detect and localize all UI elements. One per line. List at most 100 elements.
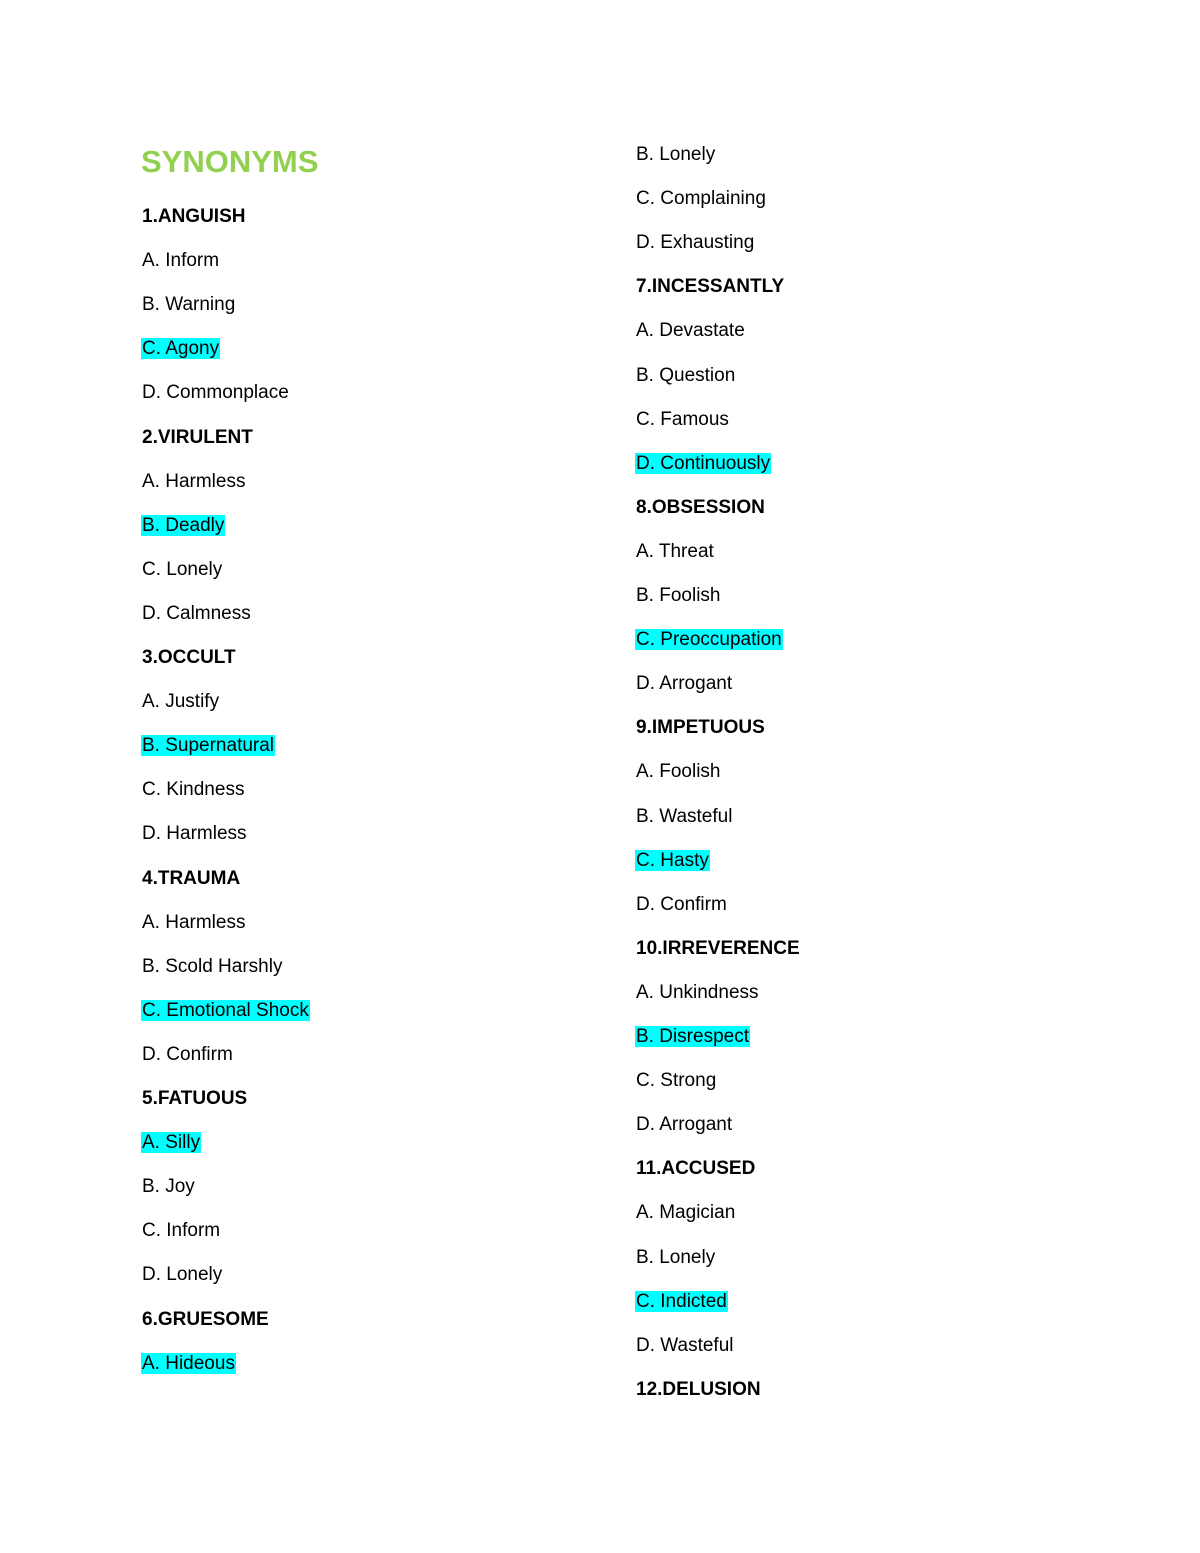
option-label: B. Warning	[142, 294, 236, 316]
answer-option: D. Confirm	[635, 893, 728, 917]
answer-option-highlighted: C. Hasty	[635, 849, 710, 873]
answer-option: A. Harmless	[141, 470, 246, 494]
option-label: B. Deadly	[141, 514, 226, 536]
question-label: 4.TRAUMA	[142, 867, 241, 889]
answer-option: D. Harmless	[141, 822, 248, 846]
answer-option: B. Joy	[141, 1175, 196, 1199]
answer-option-highlighted: A. Hideous	[141, 1352, 236, 1376]
option-label: B. Joy	[142, 1176, 195, 1198]
answer-option-highlighted: B. Deadly	[141, 514, 226, 538]
page-title: SYNONYMS	[141, 144, 319, 179]
question-label: 12.DELUSION	[636, 1378, 761, 1400]
answer-option-highlighted: C. Emotional Shock	[141, 999, 310, 1023]
question-word: 9.IMPETUOUS	[635, 716, 766, 740]
question-word: 10.IRREVERENCE	[635, 937, 801, 961]
option-label: D. Lonely	[142, 1264, 223, 1286]
answer-option: C. Strong	[635, 1069, 717, 1093]
option-label: A. Hideous	[141, 1352, 236, 1374]
answer-option-highlighted: C. Agony	[141, 337, 221, 361]
option-label: A. Silly	[141, 1132, 202, 1154]
option-label: B. Lonely	[636, 1246, 716, 1268]
answer-option: A. Magician	[635, 1201, 736, 1225]
option-label: D. Harmless	[142, 823, 247, 845]
answer-option: B. Lonely	[635, 1246, 716, 1270]
answer-option-highlighted: D. Continuously	[635, 452, 772, 476]
option-label: C. Complaining	[636, 188, 766, 210]
option-label: B. Disrespect	[635, 1026, 750, 1047]
answer-option: C. Lonely	[141, 558, 223, 582]
option-label: D. Calmness	[142, 602, 251, 624]
option-label: C. Strong	[636, 1070, 717, 1092]
option-label: C. Kindness	[142, 779, 245, 801]
question-label: 9.IMPETUOUS	[636, 717, 765, 739]
answer-option: B. Foolish	[635, 584, 721, 608]
answer-option: D. Wasteful	[635, 1334, 735, 1358]
document-page: SYNONYMS 1.ANGUISH A. Inform B. Warning C. …	[0, 0, 1200, 1553]
question-label: 5.FATUOUS	[142, 1088, 248, 1109]
option-label: B. Scold Harshly	[142, 955, 283, 977]
answer-option: A. Threat	[635, 540, 715, 564]
option-label: C. Indicted	[635, 1290, 728, 1312]
answer-option: A. Justify	[141, 690, 220, 714]
question-word: 7.INCESSANTLY	[635, 275, 785, 299]
question-label: 2.VIRULENT	[142, 426, 253, 448]
answer-option: D. Exhausting	[635, 231, 755, 255]
answer-option-highlighted: B. Disrespect	[635, 1025, 750, 1049]
question-label: 6.GRUESOME	[142, 1308, 269, 1330]
answer-option: D. Arrogant	[635, 672, 733, 696]
option-label: D. Commonplace	[142, 382, 289, 404]
answer-option: D. Calmness	[141, 602, 252, 626]
answer-option: D. Arrogant	[635, 1113, 733, 1137]
answer-option: A. Harmless	[141, 911, 246, 935]
question-label: 7.INCESSANTLY	[636, 276, 785, 298]
answer-option: C. Famous	[635, 408, 730, 432]
option-label: A. Foolish	[636, 761, 721, 783]
answer-option: B. Wasteful	[635, 805, 733, 829]
option-label: D. Exhausting	[636, 232, 755, 254]
option-label: A. Harmless	[142, 911, 246, 933]
option-label: A. Harmless	[142, 470, 246, 492]
answer-option: B. Lonely	[635, 143, 716, 167]
option-label: B. Supernatural	[141, 735, 276, 757]
option-label: A. Magician	[636, 1202, 736, 1224]
answer-option: A. Inform	[141, 249, 220, 273]
option-label: D. Wasteful	[636, 1334, 734, 1356]
option-label: C. Hasty	[635, 849, 710, 871]
answer-option: C. Inform	[141, 1219, 221, 1243]
option-label: B. Wasteful	[636, 805, 733, 827]
question-word: 12.DELUSION	[635, 1378, 762, 1402]
option-label: A. Unkindness	[636, 981, 759, 1003]
option-label: C. Emotional Shock	[141, 999, 310, 1021]
option-label: C. Lonely	[142, 558, 223, 580]
answer-option-highlighted: A. Silly	[141, 1131, 202, 1155]
option-label: D. Arrogant	[636, 673, 733, 695]
option-label: B. Foolish	[636, 585, 721, 606]
answer-option: D. Confirm	[141, 1043, 234, 1067]
question-word: 3.OCCULT	[141, 646, 237, 670]
answer-option: B. Question	[635, 364, 736, 388]
option-label: D. Arrogant	[636, 1114, 733, 1136]
answer-option: C. Complaining	[635, 187, 767, 211]
question-label: 11.ACCUSED	[636, 1158, 756, 1180]
option-label: A. Justify	[142, 691, 220, 713]
answer-option: B. Warning	[141, 293, 236, 317]
question-label: 8.OBSESSION	[636, 496, 765, 518]
question-word: 1.ANGUISH	[141, 205, 246, 229]
answer-option: B. Scold Harshly	[141, 955, 283, 979]
question-word: 4.TRAUMA	[141, 867, 241, 891]
option-label: D. Confirm	[636, 893, 727, 915]
option-label: A. Inform	[142, 250, 220, 272]
question-word: 6.GRUESOME	[141, 1308, 270, 1332]
option-label: B. Question	[636, 364, 736, 386]
option-label: D. Continuously	[635, 452, 772, 474]
answer-option: A. Unkindness	[635, 981, 760, 1005]
answer-option: D. Lonely	[141, 1263, 223, 1287]
question-word: 5.FATUOUS	[141, 1087, 248, 1111]
answer-option-highlighted: B. Supernatural	[141, 734, 276, 758]
option-label: A. Devastate	[636, 320, 745, 342]
question-label: 10.IRREVERENCE	[636, 937, 800, 959]
question-label: 1.ANGUISH	[142, 206, 246, 227]
answer-option-highlighted: C. Preoccupation	[635, 628, 783, 652]
option-label: D. Confirm	[142, 1043, 233, 1065]
answer-option: A. Foolish	[635, 760, 721, 784]
